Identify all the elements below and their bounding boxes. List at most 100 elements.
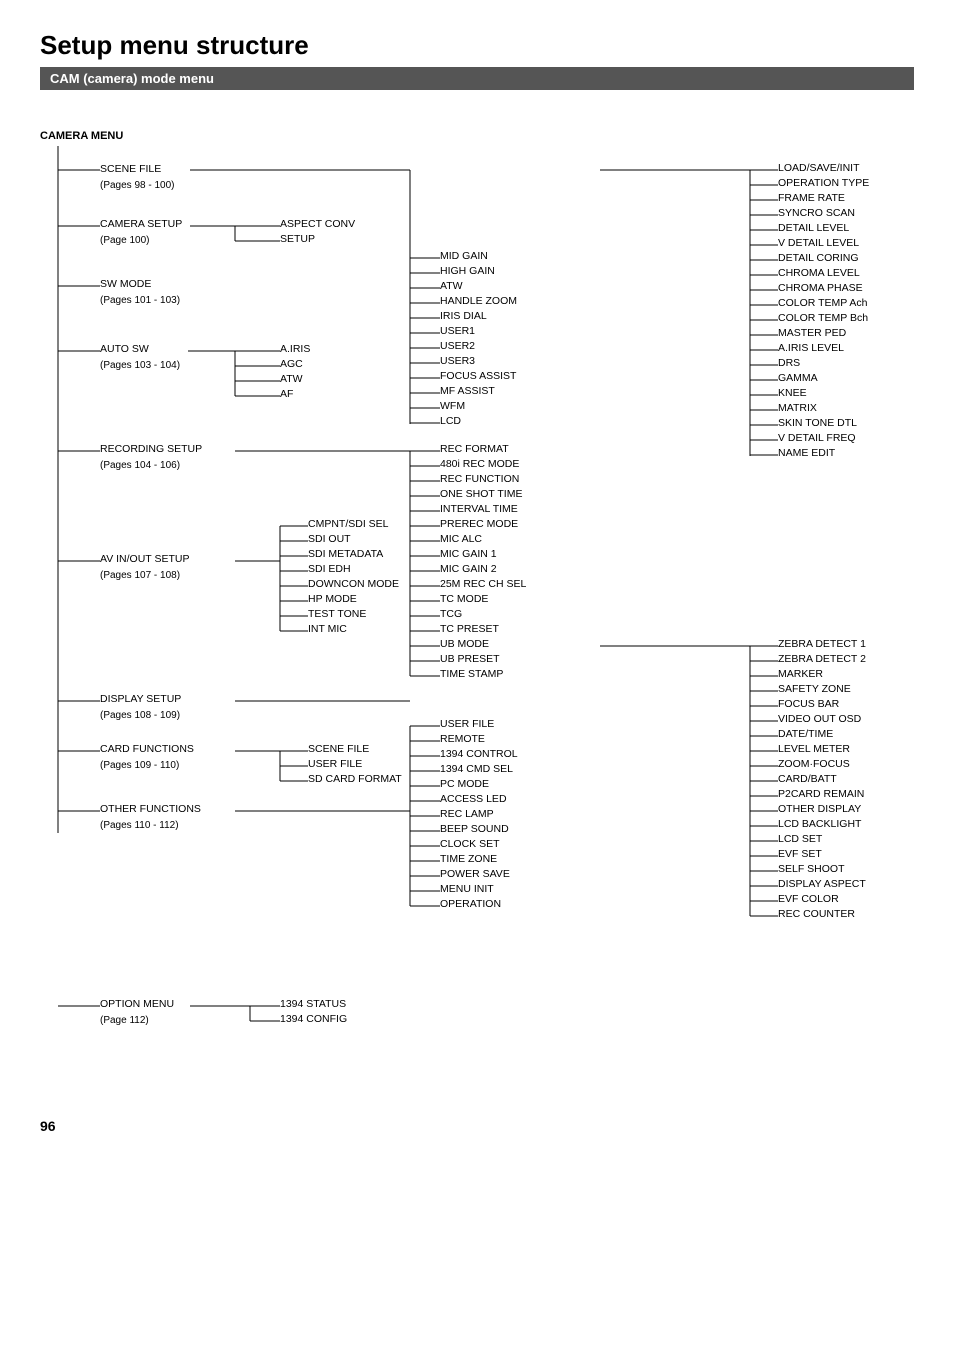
chroma-phase: CHROMA PHASE xyxy=(778,281,863,297)
scene-file-label: SCENE FILE (Pages 98 - 100) xyxy=(100,162,175,193)
25m-rec-ch-sel: 25M REC CH SEL xyxy=(440,577,526,593)
card-functions-label: CARD FUNCTIONS (Pages 109 - 110) xyxy=(100,742,194,773)
rec-function: REC FUNCTION xyxy=(440,472,519,488)
other-display: OTHER DISPLAY xyxy=(778,802,861,818)
load-save-init: LOAD/SAVE/INIT xyxy=(778,161,860,177)
atw-col3: ATW xyxy=(440,279,463,295)
sw-mode-label: SW MODE (Pages 101 - 103) xyxy=(100,277,180,308)
af-label: AF xyxy=(280,387,293,403)
sdi-out: SDI OUT xyxy=(308,532,351,548)
av-in-out-label: AV IN/OUT SETUP (Pages 107 - 108) xyxy=(100,552,189,583)
lcd-set: LCD SET xyxy=(778,832,822,848)
lcd: LCD xyxy=(440,414,461,430)
mid-gain: MID GAIN xyxy=(440,249,488,265)
cmpnt-sdi-sel: CMPNT/SDI SEL xyxy=(308,517,389,533)
color-temp-bch: COLOR TEMP Bch xyxy=(778,311,868,327)
chroma-level: CHROMA LEVEL xyxy=(778,266,860,282)
1394-cmd-sel: 1394 CMD SEL xyxy=(440,762,513,778)
zebra-detect-1: ZEBRA DETECT 1 xyxy=(778,637,866,653)
time-stamp: TIME STAMP xyxy=(440,667,503,683)
1394-config: 1394 CONFIG xyxy=(280,1012,347,1028)
page-title: Setup menu structure xyxy=(40,30,914,61)
level-meter: LEVEL METER xyxy=(778,742,850,758)
handle-zoom: HANDLE ZOOM xyxy=(440,294,517,310)
evf-set: EVF SET xyxy=(778,847,822,863)
gamma: GAMMA xyxy=(778,371,818,387)
matrix: MATRIX xyxy=(778,401,817,417)
operation-type: OPERATION TYPE xyxy=(778,176,869,192)
skin-tone-dtl: SKIN TONE DTL xyxy=(778,416,857,432)
camera-setup-label: CAMERA SETUP (Page 100) xyxy=(100,217,182,248)
detail-level: DETAIL LEVEL xyxy=(778,221,849,237)
knee: KNEE xyxy=(778,386,807,402)
card-user-file: USER FILE xyxy=(308,757,362,773)
self-shoot: SELF SHOOT xyxy=(778,862,845,878)
hp-mode: HP MODE xyxy=(308,592,357,608)
480i-rec-mode: 480i REC MODE xyxy=(440,457,519,473)
test-tone: TEST TONE xyxy=(308,607,366,623)
1394-status: 1394 STATUS xyxy=(280,997,346,1013)
drs: DRS xyxy=(778,356,800,372)
sd-card-format: SD CARD FORMAT xyxy=(308,772,402,788)
camera-menu-label: CAMERA MENU xyxy=(40,128,123,145)
downcon-mode: DOWNCON MODE xyxy=(308,577,399,593)
a-iris-level: A.IRIS LEVEL xyxy=(778,341,844,357)
high-gain: HIGH GAIN xyxy=(440,264,495,280)
user2: USER2 xyxy=(440,339,475,355)
prerec-mode: PREREC MODE xyxy=(440,517,518,533)
tcg: TCG xyxy=(440,607,462,623)
menu-init: MENU INIT xyxy=(440,882,494,898)
rec-counter: REC COUNTER xyxy=(778,907,855,923)
p2card-remain: P2CARD REMAIN xyxy=(778,787,864,803)
syncro-scan: SYNCRO SCAN xyxy=(778,206,855,222)
card-scene-file: SCENE FILE xyxy=(308,742,369,758)
video-out-osd: VIDEO OUT OSD xyxy=(778,712,861,728)
clock-set: CLOCK SET xyxy=(440,837,500,853)
pc-mode: PC MODE xyxy=(440,777,489,793)
auto-sw-label: AUTO SW (Pages 103 - 104) xyxy=(100,342,180,373)
agc-label: AGC xyxy=(280,357,303,373)
user-file-col3: USER FILE xyxy=(440,717,494,733)
marker: MARKER xyxy=(778,667,823,683)
display-aspect: DISPLAY ASPECT xyxy=(778,877,866,893)
zebra-detect-2: ZEBRA DETECT 2 xyxy=(778,652,866,668)
setup-label: SETUP xyxy=(280,232,315,248)
access-led: ACCESS LED xyxy=(440,792,507,808)
page-number: 96 xyxy=(40,1118,914,1134)
name-edit: NAME EDIT xyxy=(778,446,835,462)
tc-preset: TC PRESET xyxy=(440,622,499,638)
lcd-backlight: LCD BACKLIGHT xyxy=(778,817,861,833)
mf-assist: MF ASSIST xyxy=(440,384,495,400)
power-save: POWER SAVE xyxy=(440,867,510,883)
zoom-focus: ZOOM·FOCUS xyxy=(778,757,850,773)
detail-coring: DETAIL CORING xyxy=(778,251,859,267)
date-time: DATE/TIME xyxy=(778,727,833,743)
ub-preset: UB PRESET xyxy=(440,652,500,668)
tc-mode: TC MODE xyxy=(440,592,488,608)
rec-lamp: REC LAMP xyxy=(440,807,494,823)
rec-format: REC FORMAT xyxy=(440,442,509,458)
time-zone: TIME ZONE xyxy=(440,852,497,868)
atw-label: ATW xyxy=(280,372,303,388)
section-header: CAM (camera) mode menu xyxy=(40,67,914,90)
1394-control: 1394 CONTROL xyxy=(440,747,518,763)
mic-alc: MIC ALC xyxy=(440,532,482,548)
sdi-edh: SDI EDH xyxy=(308,562,351,578)
one-shot-time: ONE SHOT TIME xyxy=(440,487,522,503)
option-menu-label: OPTION MENU (Page 112) xyxy=(100,997,174,1028)
aspect-conv-label: ASPECT CONV xyxy=(280,217,355,233)
color-temp-ach: COLOR TEMP Ach xyxy=(778,296,867,312)
recording-setup-label: RECORDING SETUP (Pages 104 - 106) xyxy=(100,442,202,473)
mic-gain-1: MIC GAIN 1 xyxy=(440,547,497,563)
focus-assist: FOCUS ASSIST xyxy=(440,369,516,385)
operation: OPERATION xyxy=(440,897,501,913)
master-ped: MASTER PED xyxy=(778,326,846,342)
int-mic: INT MIC xyxy=(308,622,347,638)
evf-color: EVF COLOR xyxy=(778,892,839,908)
a-iris-label: A.IRIS xyxy=(280,342,310,358)
beep-sound: BEEP SOUND xyxy=(440,822,509,838)
user3: USER3 xyxy=(440,354,475,370)
focus-bar: FOCUS BAR xyxy=(778,697,839,713)
other-functions-label: OTHER FUNCTIONS (Pages 110 - 112) xyxy=(100,802,201,833)
v-detail-level: V DETAIL LEVEL xyxy=(778,236,859,252)
